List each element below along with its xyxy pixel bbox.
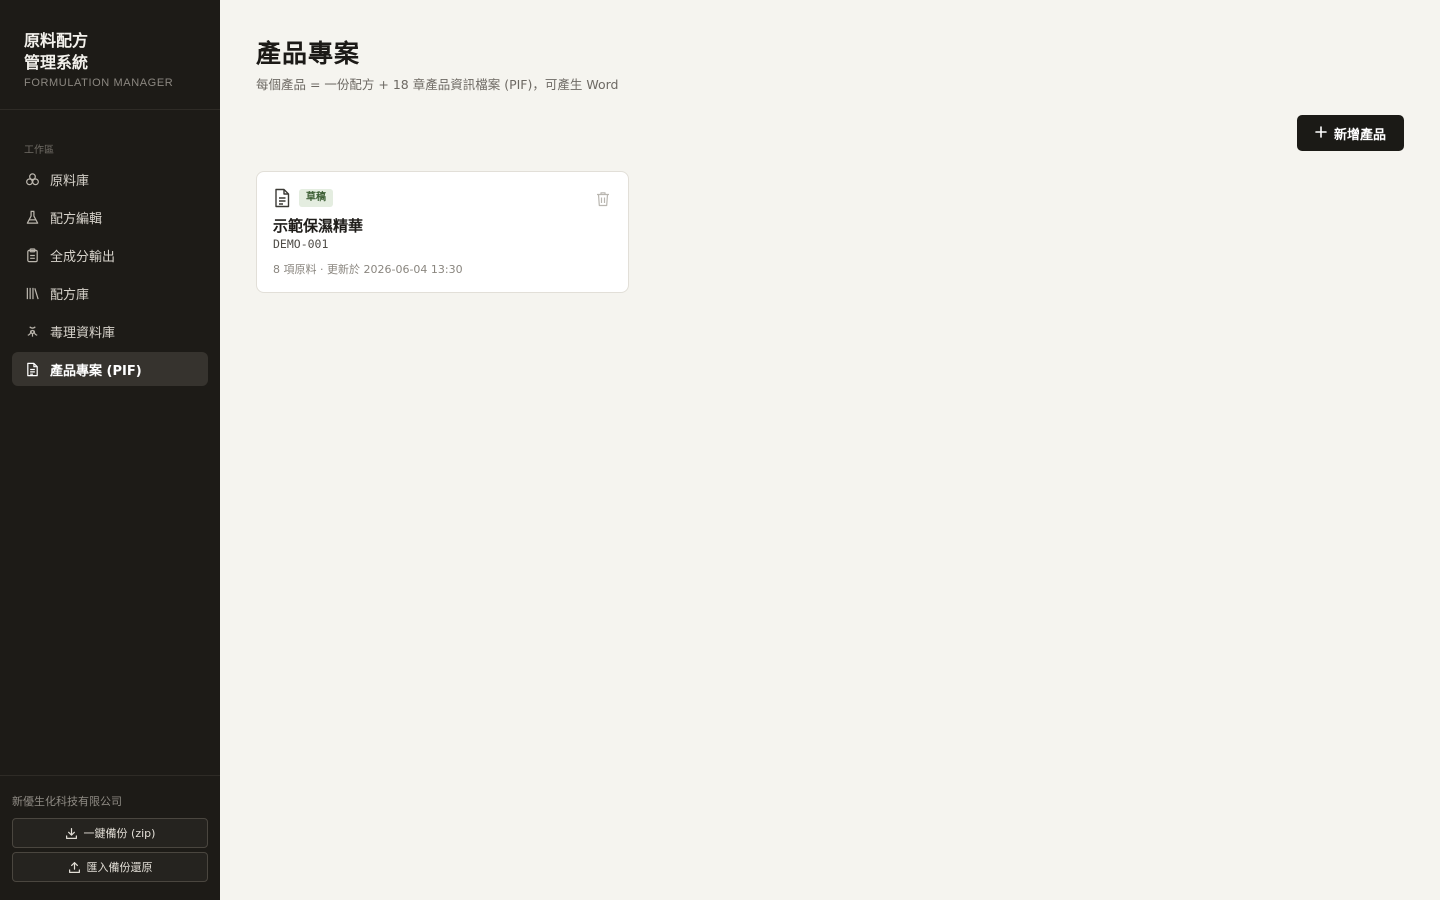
product-code: DEMO-001 xyxy=(273,237,329,251)
sidebar-item-label: 原料庫 xyxy=(50,173,90,189)
sidebar-item-label: 毒理資料庫 xyxy=(50,325,116,341)
sidebar-item-toxicology-database[interactable]: 毒理資料庫 xyxy=(12,314,208,348)
sidebar-item-formula-library[interactable]: 配方庫 xyxy=(12,276,208,310)
sidebar-item-label: 產品專案 (PIF) xyxy=(50,363,142,379)
sidebar-item-label: 全成分輸出 xyxy=(50,249,116,265)
upload-icon xyxy=(68,861,81,874)
flask-icon xyxy=(24,209,40,225)
brand: 原料配方 管理系統 FORMULATION MANAGER xyxy=(0,0,220,110)
product-name: 示範保濕精華 xyxy=(273,217,364,235)
page-subtitle: 每個產品 = 一份配方 + 18 章產品資訊檔案 (PIF)，可產生 Word xyxy=(256,77,619,92)
brand-title-line2: 管理系統 xyxy=(24,53,89,72)
brand-title-line1: 原料配方 xyxy=(24,31,89,50)
product-card[interactable]: 草稿 示範保濕精華 DEMO-001 8 項原料 · 更新於 2026-06-0… xyxy=(256,171,629,293)
backup-button-label: 一鍵備份 (zip) xyxy=(83,827,156,840)
sidebar-item-product-projects[interactable]: 產品專案 (PIF) xyxy=(12,352,208,386)
new-product-button[interactable]: 新增產品 xyxy=(1297,115,1404,151)
nav-section-label: 工作區 xyxy=(24,145,54,156)
brand-subtitle: FORMULATION MANAGER xyxy=(24,77,174,89)
sidebar-item-label: 配方庫 xyxy=(50,287,90,303)
company-name: 新優生化科技有限公司 xyxy=(12,795,122,808)
sidebar-item-label: 配方編輯 xyxy=(50,211,103,227)
main-content: 產品專案 每個產品 = 一份配方 + 18 章產品資訊檔案 (PIF)，可產生 … xyxy=(220,0,1440,900)
product-meta: 8 項原料 · 更新於 2026-06-04 13:30 xyxy=(273,263,463,276)
sidebar-footer: 新優生化科技有限公司 一鍵備份 (zip) 匯入備份還原 xyxy=(0,775,220,900)
library-icon xyxy=(24,285,40,301)
document-icon xyxy=(273,188,291,208)
page-title: 產品專案 xyxy=(256,39,361,68)
plus-icon xyxy=(1315,125,1327,141)
status-badge: 草稿 xyxy=(299,189,333,207)
ingredients-icon xyxy=(24,171,40,187)
brand-title: 原料配方 管理系統 xyxy=(24,30,196,74)
sidebar-item-formula-editor[interactable]: 配方編輯 xyxy=(12,200,208,234)
trash-icon[interactable] xyxy=(596,191,610,207)
document-icon xyxy=(24,361,40,377)
sidebar: 原料配方 管理系統 FORMULATION MANAGER 工作區 原料庫 配方… xyxy=(0,0,220,900)
restore-button-label: 匯入備份還原 xyxy=(86,861,153,874)
sidebar-item-ingredients[interactable]: 原料庫 xyxy=(12,162,208,196)
biohazard-icon xyxy=(24,323,40,339)
sidebar-nav: 工作區 原料庫 配方編輯 全成分輸出 配方庫 毒理資料庫 產品專案 (PIF) xyxy=(0,110,220,386)
sidebar-item-full-ingredient-output[interactable]: 全成分輸出 xyxy=(12,238,208,272)
clipboard-icon xyxy=(24,247,40,263)
download-icon xyxy=(65,827,78,840)
backup-button[interactable]: 一鍵備份 (zip) xyxy=(12,818,208,848)
restore-button[interactable]: 匯入備份還原 xyxy=(12,852,208,882)
new-product-button-label: 新增產品 xyxy=(1333,127,1386,143)
